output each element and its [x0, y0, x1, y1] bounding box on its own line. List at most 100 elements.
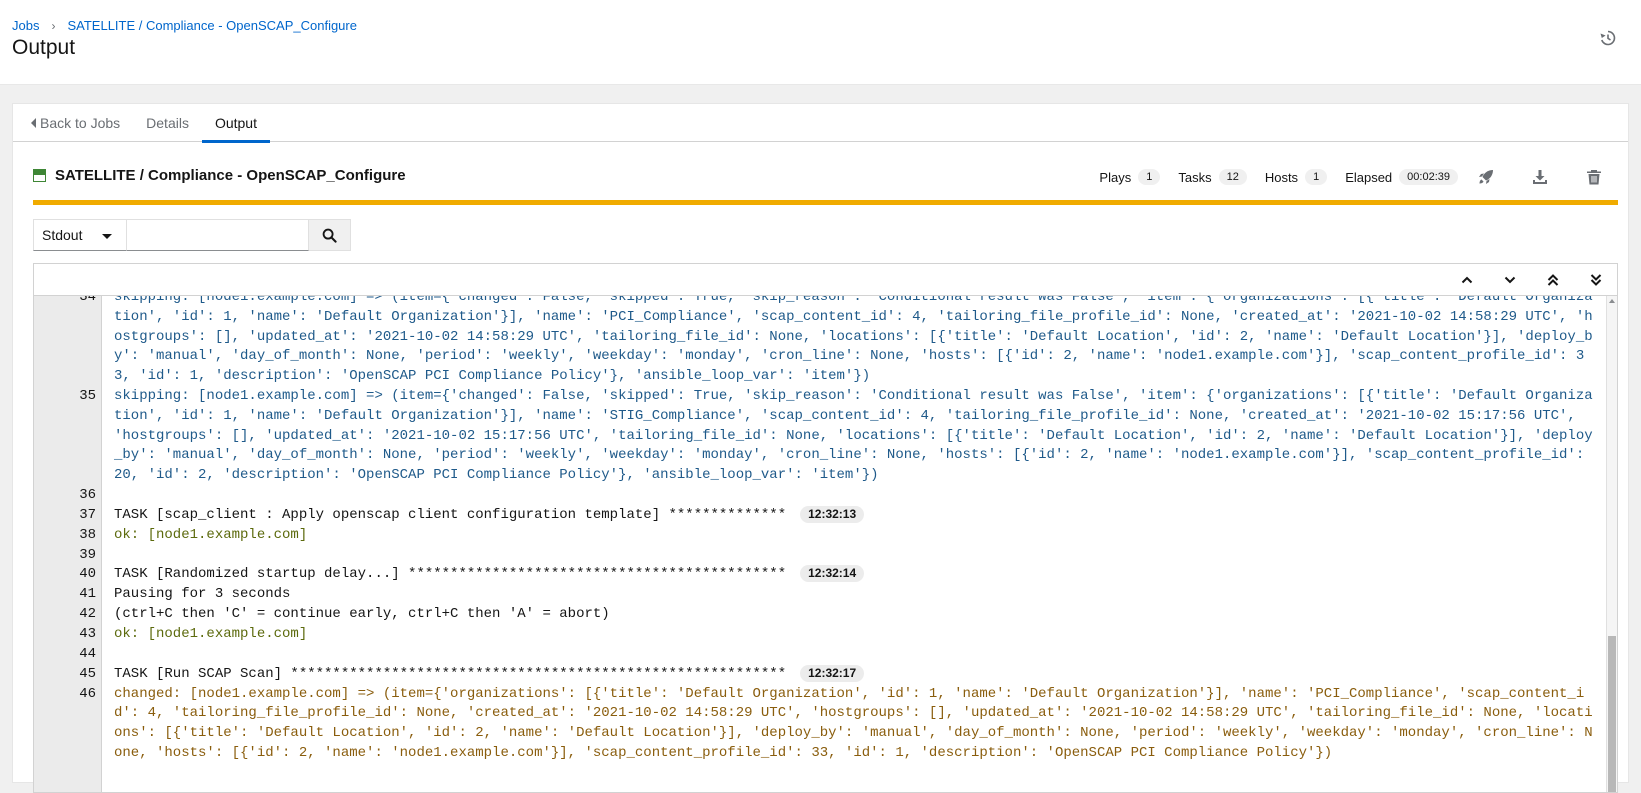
scroll-controls [1435, 270, 1607, 290]
job-output-pane: 34 skipping: [node1.example.com] => (item… [33, 263, 1618, 793]
line-number: 37 [79, 506, 96, 523]
output-lines: 34 skipping: [node1.example.com] => (item… [34, 288, 1608, 764]
angle-double-up-icon[interactable] [1542, 270, 1564, 290]
stat-plays-count: 1 [1138, 169, 1161, 185]
scrollbar-thumb[interactable] [1608, 636, 1616, 792]
stat-plays: Plays 1 [1099, 169, 1161, 185]
output-scrollbar[interactable] [1606, 296, 1617, 792]
line-text: TASK [scap_client : Apply openscap clien… [102, 505, 1608, 526]
line-content: Pausing for 3 seconds [114, 586, 291, 603]
job-header: SATELLITE / Compliance - OpenSCAP_Config… [33, 164, 1618, 190]
tab-details-label: Details [146, 115, 189, 131]
stat-elapsed-value: 00:02:39 [1399, 169, 1458, 185]
line-text [102, 486, 1608, 506]
output-line: 44 [34, 645, 1608, 665]
line-number: 38 [79, 526, 96, 543]
output-line: 46 changed: [node1.example.com] => (item=… [34, 685, 1608, 764]
line-text: TASK [Run SCAP Scan] *******************… [102, 664, 1608, 685]
output-search: Stdout [33, 219, 351, 251]
angle-double-down-icon[interactable] [1585, 270, 1607, 290]
line-number: 35 [79, 387, 96, 404]
output-line: 39 [34, 546, 1608, 566]
tab-details[interactable]: Details [133, 104, 202, 142]
stat-elapsed-label: Elapsed [1345, 169, 1393, 185]
line-content [114, 547, 122, 563]
angle-up-icon[interactable] [1456, 270, 1478, 290]
angle-down-icon[interactable] [1499, 270, 1521, 290]
line-number: 43 [79, 625, 96, 642]
stat-elapsed: Elapsed 00:02:39 [1345, 169, 1458, 185]
caret-left-icon [31, 118, 36, 128]
caret-down-icon [102, 234, 112, 239]
output-line: 42 (ctrl+C then 'C' = continue early, ctr… [34, 605, 1608, 625]
stat-hosts: Hosts 1 [1264, 169, 1328, 185]
breadcrumb: Jobs › SATELLITE / Compliance - OpenSCAP… [12, 18, 357, 33]
line-text: TASK [Randomized startup delay...] *****… [102, 565, 1608, 585]
line-number: 45 [79, 665, 96, 682]
search-input[interactable] [127, 219, 309, 251]
breadcrumb-separator: › [51, 18, 56, 33]
output-line: 45 TASK [Run SCAP Scan] *****************… [34, 664, 1608, 685]
line-text [102, 546, 1608, 566]
breadcrumb-current-link[interactable]: SATELLITE / Compliance - OpenSCAP_Config… [67, 18, 357, 33]
line-content [114, 646, 122, 662]
job-progress-bar [33, 200, 1618, 205]
tab-back-to-jobs[interactable]: Back to Jobs [13, 104, 133, 142]
output-line: 41 Pausing for 3 seconds [34, 585, 1608, 605]
search-icon [322, 228, 337, 243]
timestamp-badge: 12:32:14 [800, 565, 865, 583]
tab-bar: Back to Jobs Details Output [13, 104, 1628, 143]
rocket-icon[interactable] [1476, 167, 1496, 187]
line-content: ok: [node1.example.com] [114, 526, 308, 543]
history-icon[interactable] [1599, 29, 1617, 47]
line-text: (ctrl+C then 'C' = continue early, ctrl+… [102, 605, 1608, 625]
line-number: 34 [79, 289, 96, 305]
line-number: 36 [79, 486, 96, 503]
timestamp-badge: 12:32:17 [800, 664, 865, 682]
stat-tasks-label: Tasks [1178, 169, 1212, 185]
trash-icon[interactable] [1584, 167, 1604, 187]
tab-output-label: Output [214, 115, 257, 131]
line-content: TASK [Run SCAP Scan] *******************… [114, 665, 787, 682]
line-number: 41 [79, 586, 96, 603]
stat-plays-label: Plays [1099, 169, 1132, 185]
line-content: ok: [node1.example.com] [114, 625, 308, 642]
breadcrumb-jobs-link[interactable]: Jobs [12, 18, 39, 33]
stat-hosts-label: Hosts [1264, 169, 1299, 185]
output-line: 43 ok: [node1.example.com] [34, 625, 1608, 645]
line-number: 44 [79, 645, 96, 662]
output-line: 37 TASK [scap_client : Apply openscap cli… [34, 505, 1608, 526]
line-number: 42 [79, 606, 96, 623]
search-button[interactable] [309, 219, 351, 251]
stat-tasks-count: 12 [1218, 169, 1247, 185]
line-text: changed: [node1.example.com] => (item={'… [102, 685, 1608, 764]
output-line: 38 ok: [node1.example.com] [34, 526, 1608, 546]
line-text: skipping: [node1.example.com] => (item={… [102, 288, 1608, 387]
line-content: skipping: [node1.example.com] => (item={… [114, 387, 1593, 484]
job-stats: Plays 1 Tasks 12 Hosts 1 Elapsed 00:02:3… [1099, 164, 1618, 190]
job-output-card: Back to Jobs Details Output SATELLITE / … [12, 103, 1629, 793]
output-line: 34 skipping: [node1.example.com] => (item… [34, 288, 1608, 387]
scrollbar-up-arrow[interactable] [1609, 299, 1615, 303]
output-line: 35 skipping: [node1.example.com] => (item… [34, 387, 1608, 486]
stat-tasks: Tasks 12 [1178, 169, 1247, 185]
download-icon[interactable] [1530, 167, 1550, 187]
line-text: skipping: [node1.example.com] => (item={… [102, 387, 1608, 486]
tab-output[interactable]: Output [201, 104, 271, 143]
line-text [102, 645, 1608, 665]
line-number: 46 [79, 685, 96, 702]
line-content: TASK [scap_client : Apply openscap clien… [114, 506, 787, 523]
line-content [114, 487, 122, 503]
line-number: 40 [79, 566, 96, 583]
stat-hosts-count: 1 [1305, 169, 1328, 185]
job-status-icon [33, 169, 46, 182]
line-content: changed: [node1.example.com] => (item={'… [114, 685, 1593, 761]
line-content: (ctrl+C then 'C' = continue early, ctrl+… [114, 606, 610, 623]
timestamp-badge: 12:32:13 [800, 505, 865, 523]
stream-select[interactable]: Stdout [33, 219, 127, 251]
line-text: Pausing for 3 seconds [102, 585, 1608, 605]
output-toolbar [34, 264, 1617, 296]
line-content: skipping: [node1.example.com] => (item={… [114, 289, 1593, 385]
line-content: TASK [Randomized startup delay...] *****… [114, 566, 787, 583]
page-title: Output [12, 36, 76, 59]
